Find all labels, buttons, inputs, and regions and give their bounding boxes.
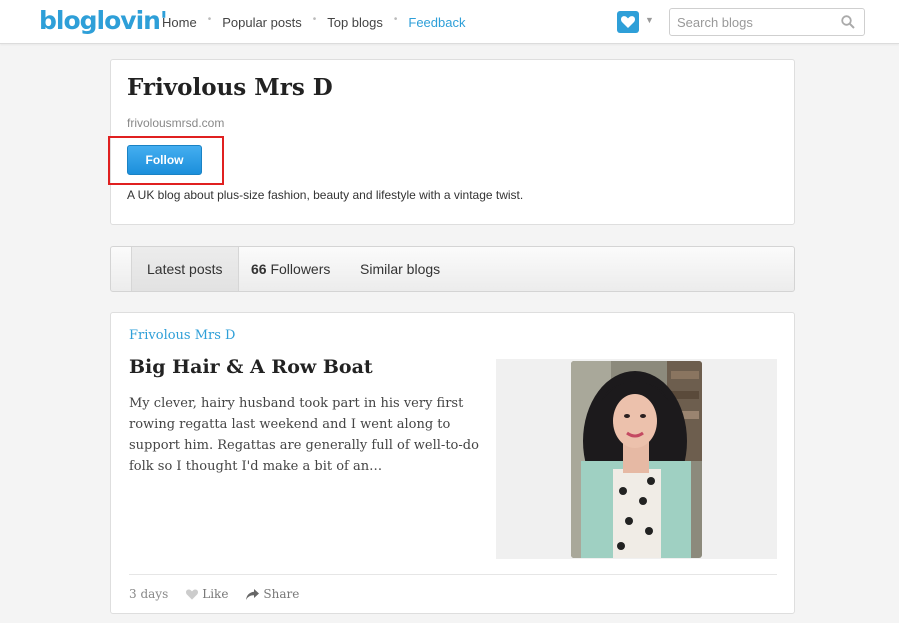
top-bar: bloglovin' Home • Popular posts • Top bl… — [0, 0, 899, 44]
like-button[interactable]: Like — [186, 587, 228, 601]
post-card: Frivolous Mrs D Big Hair & A Row Boat My… — [110, 312, 795, 614]
search-box — [669, 8, 865, 36]
logo[interactable]: bloglovin' — [39, 6, 168, 35]
follow-button[interactable]: Follow — [127, 145, 202, 175]
followers-label: Followers — [270, 261, 331, 277]
followers-count: 66 — [251, 261, 267, 277]
nav-home[interactable]: Home — [162, 15, 197, 30]
nav-separator: • — [312, 14, 317, 25]
tab-similar-blogs[interactable]: Similar blogs — [345, 247, 455, 291]
post-photo — [571, 361, 702, 558]
chevron-down-icon[interactable]: ▼ — [645, 15, 654, 25]
post-age: 3 days — [129, 587, 169, 601]
post-excerpt: My clever, hairy husband took part in hi… — [129, 396, 479, 474]
post-divider — [129, 574, 777, 575]
post-title[interactable]: Big Hair & A Row Boat — [129, 356, 373, 378]
like-label: Like — [202, 587, 229, 601]
heart-icon[interactable] — [617, 11, 639, 33]
like-heart-icon — [186, 588, 199, 600]
post-footer: 3 days Like Share — [129, 587, 317, 601]
tab-latest-posts[interactable]: Latest posts — [131, 247, 239, 291]
post-image[interactable] — [571, 361, 702, 558]
nav-feedback[interactable]: Feedback — [408, 15, 465, 30]
nav-separator: • — [393, 14, 398, 25]
blog-description: A UK blog about plus-size fashion, beaut… — [127, 188, 524, 202]
search-input[interactable] — [670, 9, 830, 35]
post-blog-name[interactable]: Frivolous Mrs D — [129, 328, 235, 343]
blog-url[interactable]: frivolousmrsd.com — [127, 116, 224, 130]
blog-tabs: Latest posts 66 Followers Similar blogs — [110, 246, 795, 292]
main-nav: Home • Popular posts • Top blogs • Feedb… — [162, 14, 465, 30]
nav-separator: • — [207, 14, 212, 25]
blog-header-card: Frivolous Mrs D frivolousmrsd.com Follow… — [108, 59, 795, 225]
nav-top-blogs[interactable]: Top blogs — [327, 15, 383, 30]
nav-popular-posts[interactable]: Popular posts — [222, 15, 302, 30]
share-button[interactable]: Share — [246, 587, 299, 601]
post-image-container[interactable] — [496, 359, 777, 559]
tab-followers[interactable]: 66 Followers — [236, 247, 345, 291]
share-label: Share — [263, 587, 300, 601]
search-icon[interactable] — [841, 15, 855, 29]
blog-title: Frivolous Mrs D — [127, 74, 333, 101]
share-arrow-icon — [246, 588, 260, 600]
heart-icon — [621, 16, 635, 28]
